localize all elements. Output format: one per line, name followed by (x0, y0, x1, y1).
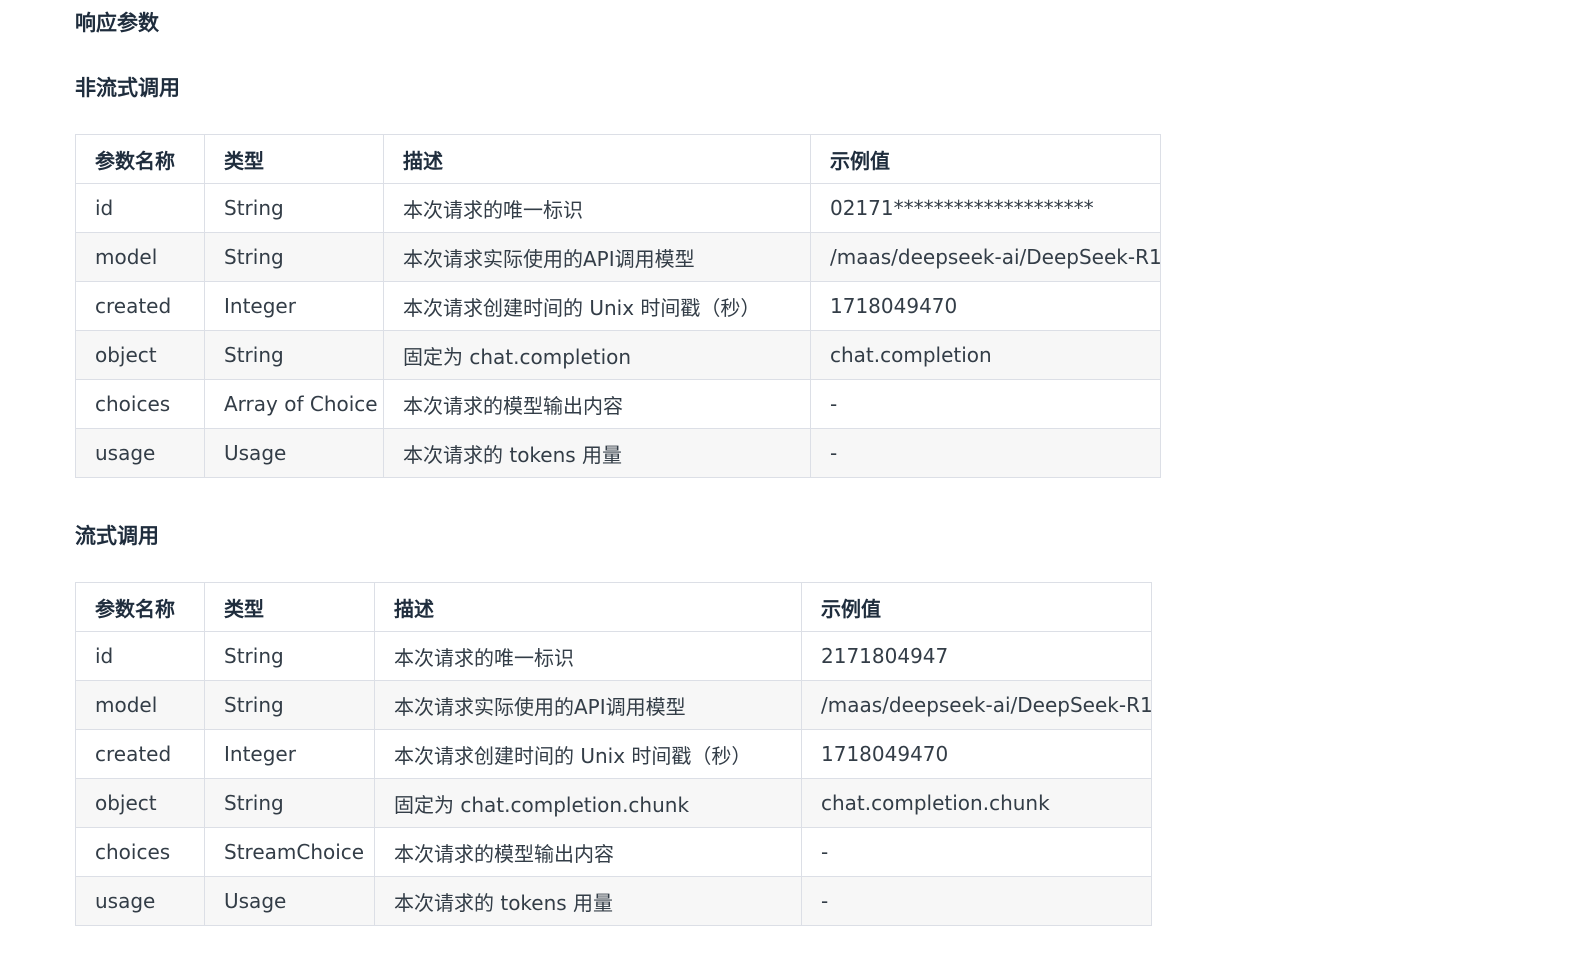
type-cell: String (204, 631, 375, 681)
type-cell: String (204, 778, 375, 828)
type-cell: Array of Choice (204, 379, 384, 429)
example-cell: - (810, 379, 1161, 429)
example-cell: 1718049470 (810, 281, 1161, 331)
type-cell: Usage (204, 876, 375, 926)
table-row: created Integer 本次请求创建时间的 Unix 时间戳（秒） 17… (75, 281, 1161, 331)
example-cell: chat.completion.chunk (801, 778, 1152, 828)
example-cell: chat.completion (810, 330, 1161, 380)
param-name-cell: choices (75, 827, 205, 877)
nonstream-params-table: 参数名称 类型 描述 示例值 id String 本次请求的唯一标识 02171… (75, 134, 1161, 478)
table-row: choices StreamChoice 本次请求的模型输出内容 - (75, 827, 1152, 877)
example-cell: 1718049470 (801, 729, 1152, 779)
example-cell: - (810, 428, 1161, 478)
header-type: 类型 (204, 134, 384, 184)
table-row: object String 固定为 chat.completion chat.c… (75, 330, 1161, 380)
header-description: 描述 (374, 582, 802, 632)
param-name-cell: choices (75, 379, 205, 429)
subsection-title-nonstream: 非流式调用 (75, 76, 180, 100)
type-cell: String (204, 183, 384, 233)
example-cell: 2171804947 (801, 631, 1152, 681)
header-example: 示例值 (810, 134, 1161, 184)
header-description: 描述 (383, 134, 811, 184)
param-name-cell: object (75, 778, 205, 828)
description-cell: 本次请求创建时间的 Unix 时间戳（秒） (383, 281, 811, 331)
description-cell: 本次请求的唯一标识 (374, 631, 802, 681)
param-name-cell: object (75, 330, 205, 380)
header-param-name: 参数名称 (75, 582, 205, 632)
type-cell: StreamChoice (204, 827, 375, 877)
example-cell: 02171******************** (810, 183, 1161, 233)
table-row: usage Usage 本次请求的 tokens 用量 - (75, 428, 1161, 478)
table-row: choices Array of Choice 本次请求的模型输出内容 - (75, 379, 1161, 429)
description-cell: 固定为 chat.completion (383, 330, 811, 380)
stream-params-table: 参数名称 类型 描述 示例值 id String 本次请求的唯一标识 21718… (75, 582, 1152, 926)
table-row: object String 固定为 chat.completion.chunk … (75, 778, 1152, 828)
subsection-title-stream: 流式调用 (75, 524, 159, 548)
param-name-cell: id (75, 183, 205, 233)
example-cell: /maas/deepseek-ai/DeepSeek-R1 (801, 680, 1152, 730)
description-cell: 本次请求的 tokens 用量 (383, 428, 811, 478)
description-cell: 本次请求的唯一标识 (383, 183, 811, 233)
example-cell: - (801, 876, 1152, 926)
example-cell: - (801, 827, 1152, 877)
type-cell: String (204, 330, 384, 380)
type-cell: Integer (204, 281, 384, 331)
param-name-cell: model (75, 232, 205, 282)
table-row: id String 本次请求的唯一标识 2171804947 (75, 631, 1152, 681)
header-example: 示例值 (801, 582, 1152, 632)
param-name-cell: usage (75, 876, 205, 926)
param-name-cell: id (75, 631, 205, 681)
param-name-cell: model (75, 680, 205, 730)
param-name-cell: created (75, 729, 205, 779)
description-cell: 固定为 chat.completion.chunk (374, 778, 802, 828)
table-row: model String 本次请求实际使用的API调用模型 /maas/deep… (75, 680, 1152, 730)
description-cell: 本次请求的模型输出内容 (383, 379, 811, 429)
type-cell: Usage (204, 428, 384, 478)
table-header-row: 参数名称 类型 描述 示例值 (75, 134, 1161, 184)
section-title-response-params: 响应参数 (75, 11, 159, 35)
type-cell: Integer (204, 729, 375, 779)
table-header-row: 参数名称 类型 描述 示例值 (75, 582, 1152, 632)
description-cell: 本次请求实际使用的API调用模型 (383, 232, 811, 282)
description-cell: 本次请求的 tokens 用量 (374, 876, 802, 926)
description-cell: 本次请求创建时间的 Unix 时间戳（秒） (374, 729, 802, 779)
param-name-cell: usage (75, 428, 205, 478)
table-row: created Integer 本次请求创建时间的 Unix 时间戳（秒） 17… (75, 729, 1152, 779)
table-row: model String 本次请求实际使用的API调用模型 /maas/deep… (75, 232, 1161, 282)
header-param-name: 参数名称 (75, 134, 205, 184)
example-cell: /maas/deepseek-ai/DeepSeek-R1 (810, 232, 1161, 282)
type-cell: String (204, 680, 375, 730)
description-cell: 本次请求实际使用的API调用模型 (374, 680, 802, 730)
header-type: 类型 (204, 582, 375, 632)
table-row: id String 本次请求的唯一标识 02171***************… (75, 183, 1161, 233)
param-name-cell: created (75, 281, 205, 331)
table-row: usage Usage 本次请求的 tokens 用量 - (75, 876, 1152, 926)
description-cell: 本次请求的模型输出内容 (374, 827, 802, 877)
type-cell: String (204, 232, 384, 282)
